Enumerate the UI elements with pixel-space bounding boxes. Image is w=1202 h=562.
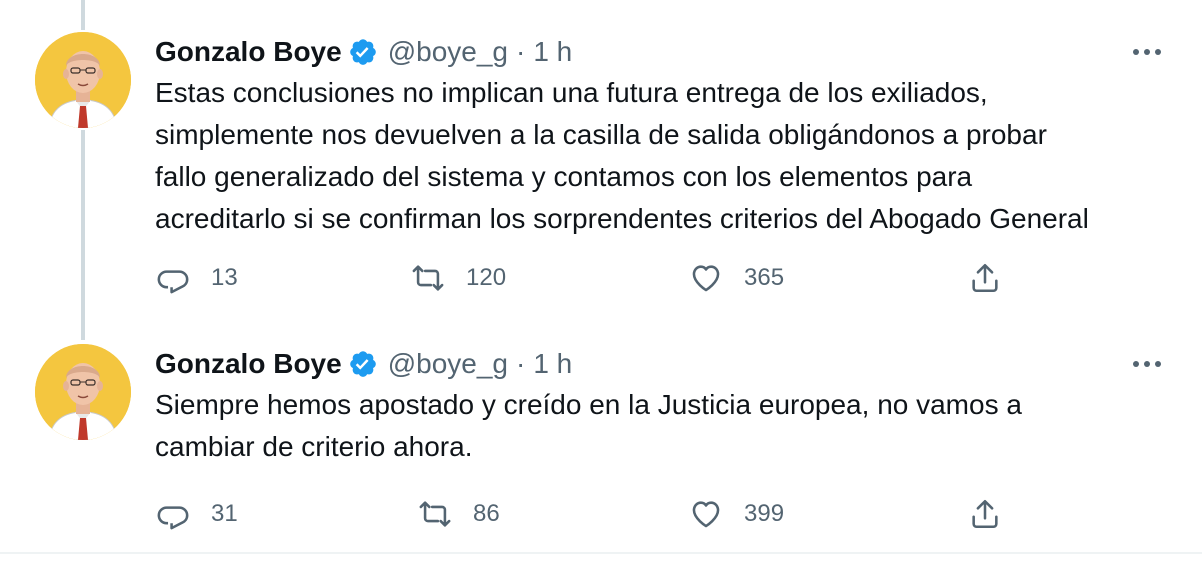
like-button[interactable]: 365	[688, 258, 784, 298]
tweet-text-line: simplemente nos devuelven a la casilla d…	[155, 119, 1047, 150]
author-handle[interactable]: @boye_g	[388, 36, 508, 68]
reply-count: 13	[211, 264, 238, 291]
tweet-header: Gonzalo Boye @boye_g · 1 h	[155, 32, 572, 72]
author-handle[interactable]: @boye_g	[388, 348, 508, 380]
like-count: 399	[744, 500, 785, 527]
caricature-avatar-icon	[35, 344, 131, 440]
tweet-text-line: acreditarlo si se confirman los sorprend…	[155, 203, 1089, 234]
tweet-actions: 13 120 365	[155, 258, 1015, 298]
timestamp[interactable]: 1 h	[533, 348, 572, 380]
tweet-text-line: Estas conclusiones no implican una futur…	[155, 77, 988, 108]
reply-button[interactable]: 31	[155, 494, 238, 534]
author-name[interactable]: Gonzalo Boye	[155, 348, 342, 380]
author-name[interactable]: Gonzalo Boye	[155, 36, 342, 68]
tweet-text-line: fallo generalizado del sistema y contamo…	[155, 161, 973, 192]
more-horizontal-icon	[1133, 361, 1161, 367]
caricature-avatar-icon	[35, 32, 131, 128]
separator-dot: ·	[516, 36, 526, 67]
like-count: 365	[744, 264, 785, 291]
reply-icon	[155, 496, 191, 532]
retweet-icon	[417, 496, 453, 532]
retweet-button[interactable]: 86	[417, 494, 500, 534]
like-icon	[688, 496, 724, 532]
tweet[interactable]: Gonzalo Boye @boye_g · 1 h Siempre hemos…	[0, 344, 1202, 544]
more-horizontal-icon	[1133, 49, 1161, 55]
timestamp[interactable]: 1 h	[533, 36, 572, 68]
tweet-header: Gonzalo Boye @boye_g · 1 h	[155, 344, 572, 384]
retweet-icon	[410, 260, 446, 296]
more-options-button[interactable]	[1127, 36, 1167, 68]
retweet-count: 86	[473, 500, 500, 527]
reply-button[interactable]: 13	[155, 258, 238, 298]
tweet-divider	[0, 552, 1202, 554]
tweet-text: Siempre hemos apostado y creído en la Ju…	[155, 384, 1185, 468]
more-options-button[interactable]	[1127, 348, 1167, 380]
share-button[interactable]	[967, 258, 1003, 298]
reply-count: 31	[211, 500, 238, 527]
tweet[interactable]: Gonzalo Boye @boye_g · 1 h Estas conclus…	[0, 32, 1202, 312]
avatar[interactable]	[35, 32, 131, 128]
share-icon	[967, 260, 1003, 296]
verified-badge-icon	[348, 349, 378, 379]
tweet-text-line: cambiar de criterio ahora.	[155, 431, 473, 462]
tweet-text-line: Siempre hemos apostado y creído en la Ju…	[155, 389, 1022, 420]
tweet-actions: 31 86 399	[155, 494, 1015, 534]
reply-icon	[155, 260, 191, 296]
like-button[interactable]: 399	[688, 494, 784, 534]
tweet-text: Estas conclusiones no implican una futur…	[155, 72, 1185, 240]
thread-line-top	[81, 0, 85, 30]
share-icon	[967, 496, 1003, 532]
tweet-thread: Gonzalo Boye @boye_g · 1 h Estas conclus…	[0, 0, 1202, 562]
separator-dot: ·	[516, 348, 526, 379]
retweet-button[interactable]: 120	[410, 258, 506, 298]
share-button[interactable]	[967, 494, 1003, 534]
avatar[interactable]	[35, 344, 131, 440]
verified-badge-icon	[348, 37, 378, 67]
like-icon	[688, 260, 724, 296]
retweet-count: 120	[466, 264, 507, 291]
